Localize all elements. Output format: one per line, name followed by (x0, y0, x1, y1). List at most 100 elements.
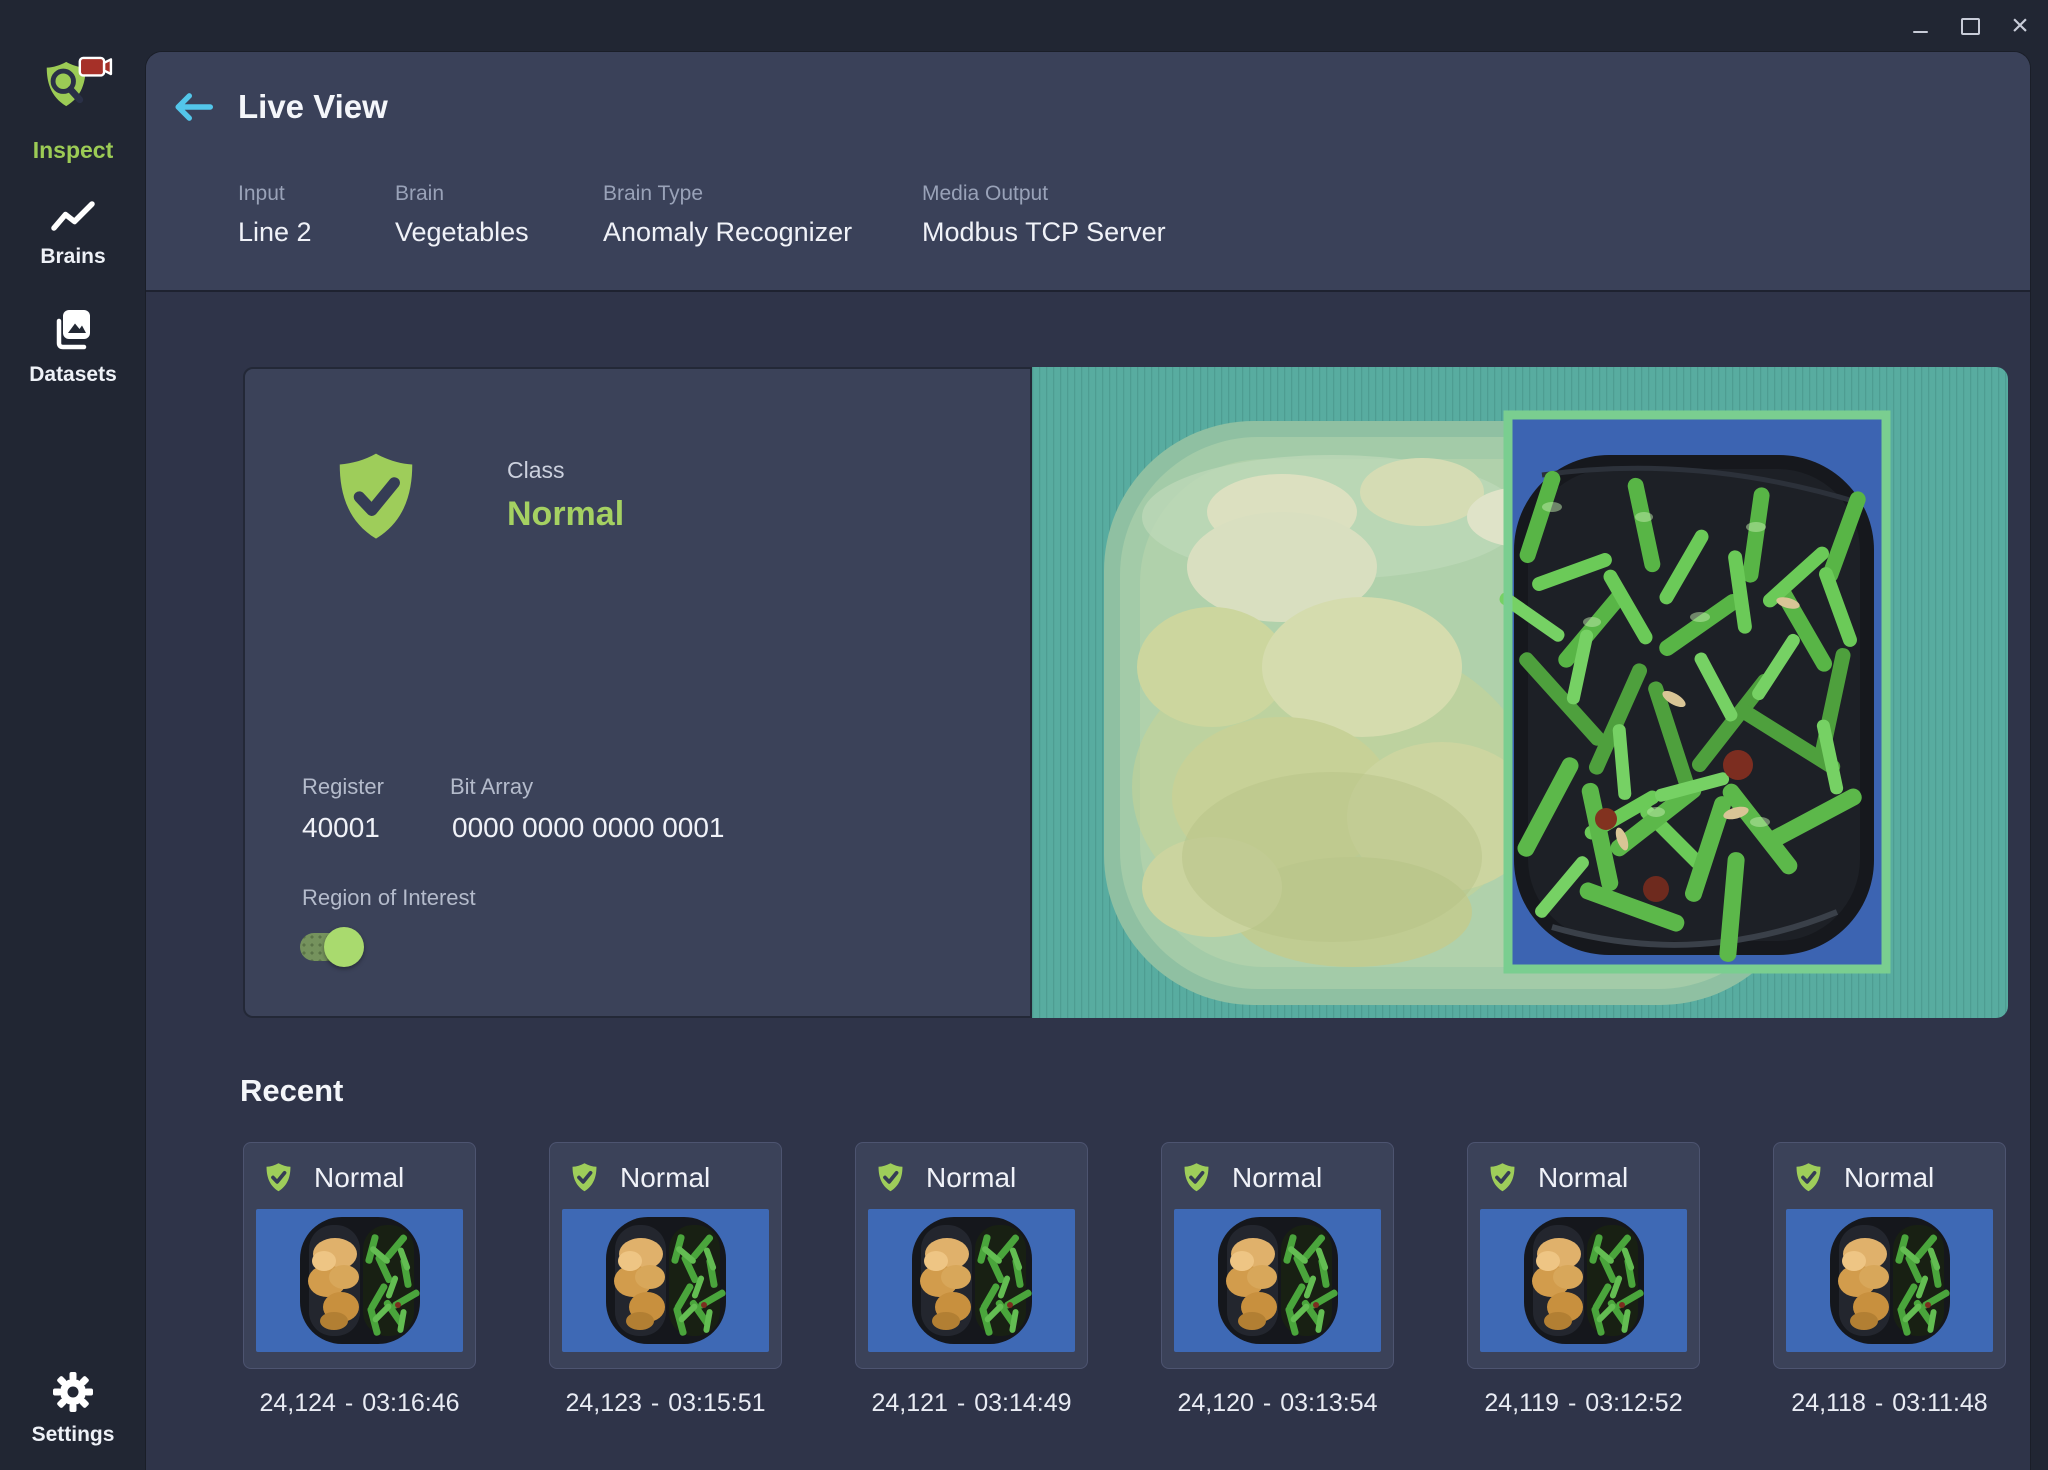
recent-thumbnail[interactable] (1786, 1209, 1993, 1352)
recent-card[interactable]: Normal (1773, 1142, 2006, 1369)
toggle-knob (324, 927, 364, 967)
gear-icon (53, 1372, 93, 1412)
recent-caption: 24,120-03:13:54 (1161, 1389, 1394, 1418)
live-frame-image (1032, 367, 2008, 1018)
classification-panel: Class Normal Register 40001 Bit Array 00… (243, 367, 1032, 1018)
sidebar-item-inspect[interactable]: Inspect (0, 56, 146, 164)
shield-check-icon (262, 1160, 295, 1195)
meal-tray-image (1786, 1209, 1993, 1352)
sidebar-item-settings[interactable]: Settings (0, 1372, 146, 1447)
live-view-header: Live View Input Line 2 Brain Vegetables … (146, 52, 2030, 292)
header-field-input: Input Line 2 (238, 182, 312, 248)
recent-item: Normal 24,121-03:14:49 (855, 1142, 1088, 1418)
frame-id: 24,121 (871, 1389, 947, 1417)
shield-check-icon (1486, 1160, 1519, 1195)
recent-item: Normal 24,124-03:16:46 (243, 1142, 476, 1418)
recent-item: Normal 24,120-03:13:54 (1161, 1142, 1394, 1418)
recent-class-label: Normal (1844, 1162, 1934, 1194)
maximize-button[interactable] (1958, 14, 1982, 38)
bit-array-label: Bit Array (450, 774, 533, 800)
close-button[interactable]: × (2008, 14, 2032, 38)
caption-separator: - (1263, 1389, 1271, 1417)
frame-id: 24,118 (1791, 1389, 1866, 1417)
meal-tray-image (1480, 1209, 1687, 1352)
datasets-photos-icon (52, 308, 94, 352)
sidebar-item-label: Datasets (0, 363, 146, 387)
caption-separator: - (1875, 1389, 1883, 1417)
recent-heading: Recent (240, 1073, 343, 1109)
class-label: Class (507, 457, 565, 484)
shield-check-icon (326, 447, 426, 547)
recent-class-label: Normal (1538, 1162, 1628, 1194)
field-value: Anomaly Recognizer (603, 217, 852, 248)
shield-check-icon (1180, 1160, 1213, 1195)
frame-time: 03:11:48 (1892, 1389, 1987, 1417)
sidebar-item-datasets[interactable]: Datasets (0, 308, 146, 387)
recent-card[interactable]: Normal (549, 1142, 782, 1369)
caption-separator: - (1568, 1389, 1576, 1417)
register-value: 40001 (302, 812, 380, 844)
field-value: Modbus TCP Server (922, 217, 1166, 248)
sidebar-item-label: Brains (0, 245, 146, 269)
frame-id: 24,119 (1484, 1389, 1559, 1417)
minimize-icon (1913, 31, 1928, 34)
header-field-brain-type: Brain Type Anomaly Recognizer (603, 182, 852, 248)
header-field-brain: Brain Vegetables (395, 182, 529, 248)
field-value: Line 2 (238, 217, 312, 248)
back-arrow-icon (172, 90, 214, 124)
minimize-button[interactable] (1908, 14, 1932, 38)
recent-caption: 24,118-03:11:48 (1773, 1389, 2006, 1418)
frame-time: 03:12:52 (1585, 1389, 1682, 1417)
caption-separator: - (345, 1389, 353, 1417)
field-label: Input (238, 182, 312, 206)
region-of-interest-label: Region of Interest (302, 885, 476, 911)
recent-caption: 24,119-03:12:52 (1467, 1389, 1700, 1418)
live-camera-view (1032, 367, 2008, 1018)
recent-class-label: Normal (620, 1162, 710, 1194)
recent-caption: 24,123-03:15:51 (549, 1389, 782, 1418)
recent-card[interactable]: Normal (855, 1142, 1088, 1369)
roi-art (1497, 415, 1886, 969)
recent-item: Normal 24,123-03:15:51 (549, 1142, 782, 1418)
field-value: Vegetables (395, 217, 529, 248)
caption-separator: - (651, 1389, 659, 1417)
field-label: Brain Type (603, 182, 852, 206)
frame-id: 24,120 (1177, 1389, 1253, 1417)
close-icon: × (2011, 14, 2029, 38)
page-title: Live View (238, 88, 388, 126)
recent-caption: 24,124-03:16:46 (243, 1389, 476, 1418)
frame-time: 03:13:54 (1280, 1389, 1377, 1417)
register-label: Register (302, 774, 384, 800)
frame-time: 03:16:46 (362, 1389, 459, 1417)
back-button[interactable] (172, 90, 216, 134)
sidebar: Inspect Brains Datasets (0, 0, 146, 1470)
frame-time: 03:15:51 (668, 1389, 765, 1417)
shield-check-icon (1792, 1160, 1825, 1195)
maximize-icon (1961, 18, 1980, 35)
recent-card[interactable]: Normal (1161, 1142, 1394, 1369)
region-of-interest-toggle[interactable] (300, 927, 366, 967)
recent-card[interactable]: Normal (1467, 1142, 1700, 1369)
recent-thumbnail[interactable] (562, 1209, 769, 1352)
bit-array-value: 0000 0000 0000 0001 (452, 812, 725, 844)
sidebar-item-label: Settings (0, 1423, 146, 1447)
trend-line-icon (50, 200, 96, 234)
sidebar-item-brains[interactable]: Brains (0, 200, 146, 269)
recent-thumbnail[interactable] (1480, 1209, 1687, 1352)
frame-id: 24,123 (565, 1389, 641, 1417)
meal-tray-image (256, 1209, 463, 1352)
main-panel: Live View Input Line 2 Brain Vegetables … (146, 52, 2030, 1470)
recent-class-label: Normal (1232, 1162, 1322, 1194)
recent-thumbnail[interactable] (1174, 1209, 1381, 1352)
recent-row: Normal 24,124-03:16:46 Normal (243, 1142, 2006, 1418)
recent-thumbnail[interactable] (256, 1209, 463, 1352)
recent-class-label: Normal (314, 1162, 404, 1194)
recent-thumbnail[interactable] (868, 1209, 1075, 1352)
field-label: Media Output (922, 182, 1166, 206)
recent-card[interactable]: Normal (243, 1142, 476, 1369)
recent-item: Normal 24,119-03:12:52 (1467, 1142, 1700, 1418)
inspect-logo-icon (32, 56, 114, 126)
frame-time: 03:14:49 (974, 1389, 1071, 1417)
shield-check-icon (874, 1160, 907, 1195)
class-value: Normal (507, 495, 624, 534)
